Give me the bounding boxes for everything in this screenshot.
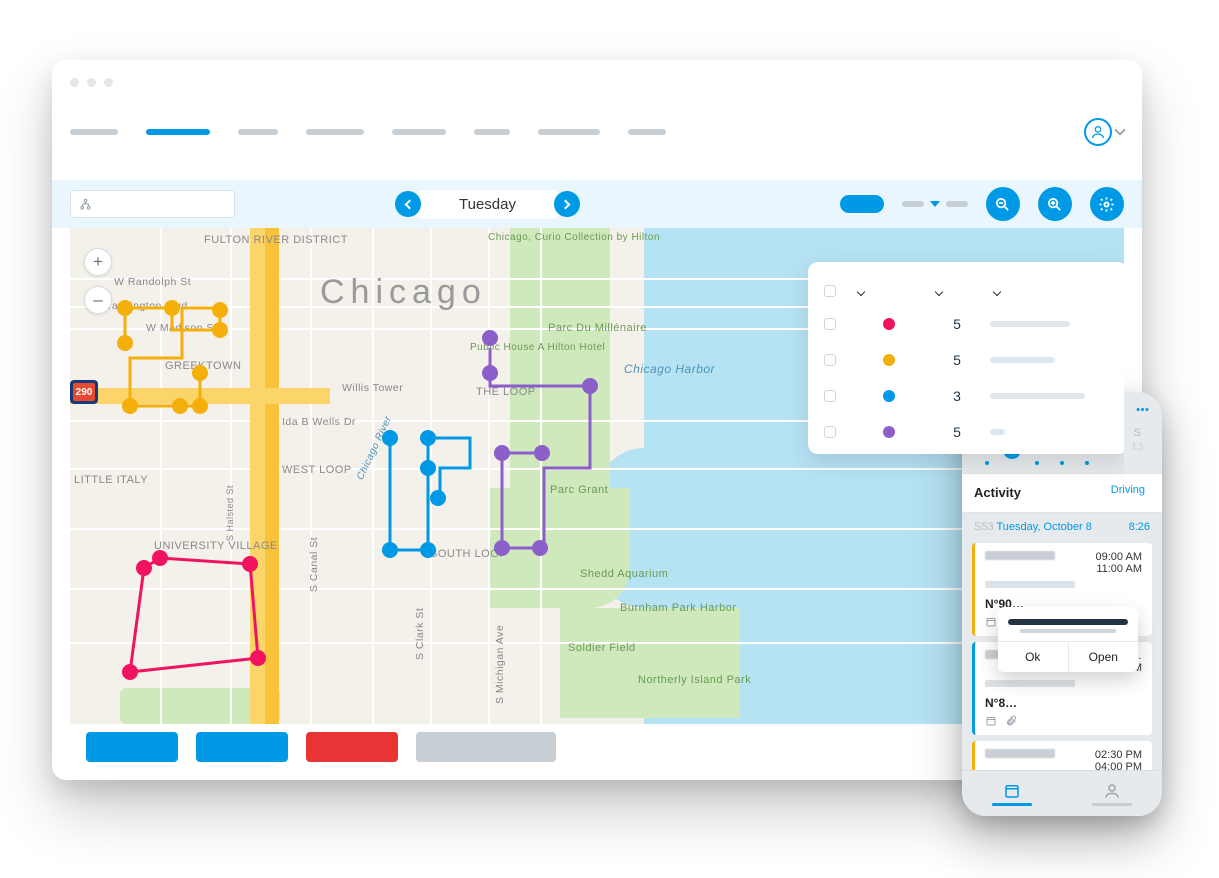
mobile-bottom-nav: [962, 770, 1162, 816]
footer-actions: [86, 732, 556, 762]
footer-action-3[interactable]: [306, 732, 398, 762]
window-controls: [70, 78, 113, 87]
mode-driving[interactable]: Driving: [1111, 484, 1150, 496]
footer-action-2[interactable]: [196, 732, 288, 762]
activity-header: Activity Driving: [962, 473, 1162, 513]
window-max[interactable]: [104, 78, 113, 87]
profile-icon: [1103, 782, 1121, 800]
nav-tab-5[interactable]: [474, 129, 510, 135]
more-icon[interactable]: [1135, 402, 1150, 417]
user-menu[interactable]: [1084, 118, 1124, 146]
nav-profile[interactable]: [1062, 771, 1162, 816]
nav-tab-3[interactable]: [306, 129, 364, 135]
settings-button[interactable]: [1090, 187, 1124, 221]
zoom-out-icon: [994, 196, 1011, 213]
map-zoom-out[interactable]: –: [84, 286, 112, 314]
legend-row-1[interactable]: 5: [824, 342, 1112, 378]
dropdown-sort[interactable]: [902, 201, 968, 207]
zoom-out-button[interactable]: [986, 187, 1020, 221]
chevron-down-icon: [930, 201, 940, 207]
search-input[interactable]: [70, 190, 235, 218]
popover-ok[interactable]: Ok: [998, 642, 1068, 672]
zoom-in-button[interactable]: [1038, 187, 1072, 221]
nav-tab-1[interactable]: [146, 129, 210, 135]
calendar-icon: [985, 616, 997, 628]
city-label: Chicago: [320, 273, 487, 312]
nav-schedule[interactable]: [962, 771, 1062, 816]
card-popover: Ok Open: [998, 607, 1138, 672]
legend-select-all[interactable]: [824, 285, 836, 297]
schedule-icon: [1003, 782, 1021, 800]
route-pink: [100, 538, 300, 708]
main-nav: [70, 118, 1124, 146]
footer-action-1[interactable]: [86, 732, 178, 762]
footer-action-4[interactable]: [416, 732, 556, 762]
cal-day-13[interactable]: 13: [1125, 441, 1150, 459]
day-navigator: Tuesday: [395, 190, 580, 219]
nav-tab-2[interactable]: [238, 129, 278, 135]
window-min[interactable]: [87, 78, 96, 87]
legend-row-3[interactable]: 5: [824, 414, 1112, 450]
mobile-preview: M T W T F S S 7 8 9 10 11 12 13 Activity…: [962, 392, 1162, 816]
chevron-down-icon: [1114, 124, 1125, 135]
route-legend: 5 5 3 5: [808, 262, 1124, 454]
legend-row-2[interactable]: 3: [824, 378, 1112, 414]
nav-tab-0[interactable]: [70, 129, 118, 135]
attachment-icon: [1005, 715, 1017, 727]
current-day-label: Tuesday: [411, 190, 564, 219]
status-pill[interactable]: [840, 195, 884, 213]
nav-tab-7[interactable]: [628, 129, 666, 135]
gear-icon: [1098, 196, 1115, 213]
route-purple: [450, 328, 650, 578]
toolbar: Tuesday: [52, 180, 1142, 228]
legend-row-0[interactable]: 5: [824, 306, 1112, 342]
prev-day-button[interactable]: [395, 191, 421, 217]
activity-subhead: S53 Tuesday, October 8 8:26: [962, 513, 1162, 537]
window-close[interactable]: [70, 78, 79, 87]
map-zoom: + –: [84, 248, 112, 314]
nav-tab-6[interactable]: [538, 129, 600, 135]
hierarchy-icon: [79, 198, 92, 211]
map-zoom-in[interactable]: +: [84, 248, 112, 276]
calendar-icon: [985, 715, 997, 727]
next-day-button[interactable]: [554, 191, 580, 217]
user-avatar-icon: [1084, 118, 1112, 146]
popover-open[interactable]: Open: [1068, 642, 1139, 672]
zoom-in-icon: [1046, 196, 1063, 213]
nav-tab-4[interactable]: [392, 129, 446, 135]
